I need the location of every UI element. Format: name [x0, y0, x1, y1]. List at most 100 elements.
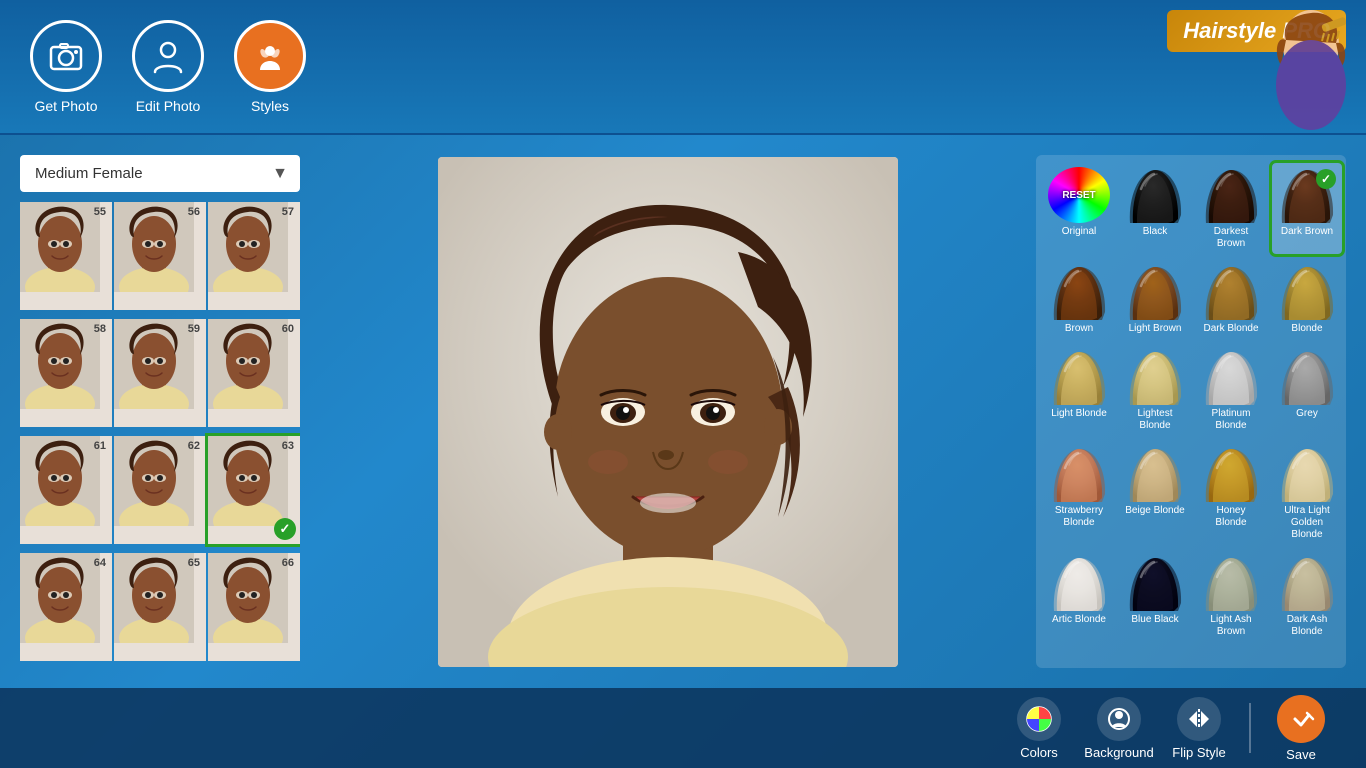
swatch-image-dark-ash [1276, 555, 1338, 611]
style-cell-63[interactable]: 63✓ [208, 436, 300, 544]
swatch-label-beige-blonde: Beige Blonde [1125, 505, 1185, 517]
swatch-label-light-brown: Light Brown [1129, 323, 1182, 335]
color-swatch-grey[interactable]: Grey [1272, 345, 1342, 436]
swatch-checkmark: ✓ [1316, 169, 1336, 189]
swatch-image-darkest-brown [1200, 167, 1262, 223]
style-dropdown-wrapper[interactable]: Medium Female ▼ [20, 155, 300, 192]
style-dropdown[interactable]: Medium Female [20, 155, 300, 192]
nav-edit-photo[interactable]: Edit Photo [132, 20, 204, 114]
swatch-image-black [1124, 167, 1186, 223]
swatch-image-honey-blonde [1200, 446, 1262, 502]
woman-photo [438, 157, 898, 667]
style-cell-number: 58 [94, 323, 106, 335]
color-swatch-dark-brown[interactable]: ✓ Dark Brown [1272, 163, 1342, 254]
swatch-image-blonde [1276, 264, 1338, 320]
color-swatch-darkest-brown[interactable]: Darkest Brown [1196, 163, 1266, 254]
style-cell-59[interactable]: 59 [114, 319, 206, 427]
swatch-label-artic-blonde: Artic Blonde [1052, 614, 1106, 626]
color-swatch-honey-blonde[interactable]: Honey Blonde [1196, 442, 1266, 545]
swatch-label-lightest-blonde: Lightest Blonde [1124, 408, 1186, 432]
camera-icon [30, 20, 102, 92]
swatch-image-light-blonde [1048, 349, 1110, 405]
person-icon [132, 20, 204, 92]
logo-area: Hairstyle PRO [1167, 10, 1346, 52]
style-cell-number: 64 [94, 557, 106, 569]
color-swatch-platinum[interactable]: Platinum Blonde [1196, 345, 1266, 436]
header-nav: Get Photo Edit Photo Styles [30, 20, 306, 114]
color-swatch-light-ash[interactable]: Light Ash Brown [1196, 551, 1266, 642]
swatch-image-dark-blonde [1200, 264, 1262, 320]
save-icon [1277, 695, 1325, 743]
flip-label: Flip Style [1172, 745, 1225, 760]
style-cell-61[interactable]: 61 [20, 436, 112, 544]
color-swatch-brown[interactable]: Brown [1044, 260, 1114, 339]
color-swatch-light-blonde[interactable]: Light Blonde [1044, 345, 1114, 436]
color-swatch-blonde[interactable]: Blonde [1272, 260, 1342, 339]
flip-toolbar-item[interactable]: Flip Style [1164, 697, 1234, 760]
color-swatch-blue-black[interactable]: Blue Black [1120, 551, 1190, 642]
swatch-label-blonde: Blonde [1291, 323, 1322, 335]
color-swatch-beige-blonde[interactable]: Beige Blonde [1120, 442, 1190, 545]
styles-icon [234, 20, 306, 92]
bottom-toolbar: Colors Background Flip Style [0, 688, 1366, 768]
swatch-label-grey: Grey [1296, 408, 1318, 420]
color-panel: RESETOriginal Black [1036, 155, 1346, 668]
swatch-image-strawberry [1048, 446, 1110, 502]
swatch-label-dark-brown: Dark Brown [1281, 226, 1333, 238]
swatch-image-lightest-blonde [1124, 349, 1186, 405]
swatch-label-ultra-light: Ultra Light Golden Blonde [1276, 505, 1338, 541]
swatch-image-light-ash [1200, 555, 1262, 611]
style-cell-64[interactable]: 64 [20, 553, 112, 661]
swatch-image-platinum [1200, 349, 1262, 405]
color-swatch-artic-blonde[interactable]: Artic Blonde [1044, 551, 1114, 642]
swatch-image-grey [1276, 349, 1338, 405]
style-cell-66[interactable]: 66 [208, 553, 300, 661]
logo-decoration [1226, 5, 1346, 130]
get-photo-label: Get Photo [34, 98, 97, 114]
style-cell-56[interactable]: 56 [114, 202, 206, 310]
swatch-label-darkest-brown: Darkest Brown [1200, 226, 1262, 250]
style-cell-number: 63 [282, 440, 294, 452]
swatch-image-reset: RESET [1048, 167, 1110, 223]
color-swatch-dark-blonde[interactable]: Dark Blonde [1196, 260, 1266, 339]
style-cell-65[interactable]: 65 [114, 553, 206, 661]
save-toolbar-item[interactable]: Save [1266, 695, 1336, 762]
swatch-image-light-brown [1124, 264, 1186, 320]
swatch-image-dark-brown: ✓ [1276, 167, 1338, 223]
nav-get-photo[interactable]: Get Photo [30, 20, 102, 114]
style-cell-57[interactable]: 57 [208, 202, 300, 310]
style-cell-58[interactable]: 58 [20, 319, 112, 427]
style-cell-60[interactable]: 60 [208, 319, 300, 427]
color-swatch-strawberry[interactable]: Strawberry Blonde [1044, 442, 1114, 545]
swatch-label-dark-blonde: Dark Blonde [1203, 323, 1258, 335]
swatch-label-honey-blonde: Honey Blonde [1200, 505, 1262, 529]
swatch-label-blue-black: Blue Black [1131, 614, 1178, 626]
photo-container [438, 157, 898, 667]
flip-icon [1177, 697, 1221, 741]
styles-label: Styles [251, 98, 289, 114]
style-cell-62[interactable]: 62 [114, 436, 206, 544]
swatch-label-light-ash: Light Ash Brown [1200, 614, 1262, 638]
photo-area [315, 155, 1021, 668]
style-cell-number: 55 [94, 206, 106, 218]
style-cell-number: 61 [94, 440, 106, 452]
style-cell-number: 56 [188, 206, 200, 218]
style-cell-number: 60 [282, 323, 294, 335]
header: Get Photo Edit Photo Styles [0, 0, 1366, 135]
background-toolbar-item[interactable]: Background [1084, 697, 1154, 760]
style-cell-number: 57 [282, 206, 294, 218]
swatch-image-ultra-light [1276, 446, 1338, 502]
style-panel: Medium Female ▼ 55 56 [20, 155, 300, 668]
style-cell-55[interactable]: 55 [20, 202, 112, 310]
color-swatch-lightest-blonde[interactable]: Lightest Blonde [1120, 345, 1190, 436]
color-swatch-reset[interactable]: RESETOriginal [1044, 163, 1114, 254]
color-swatch-ultra-light[interactable]: Ultra Light Golden Blonde [1272, 442, 1342, 545]
style-cell-number: 59 [188, 323, 200, 335]
edit-photo-label: Edit Photo [136, 98, 201, 114]
nav-styles[interactable]: Styles [234, 20, 306, 114]
color-swatch-dark-ash[interactable]: Dark Ash Blonde [1272, 551, 1342, 642]
colors-toolbar-item[interactable]: Colors [1004, 697, 1074, 760]
color-swatch-black[interactable]: Black [1120, 163, 1190, 254]
color-swatch-light-brown[interactable]: Light Brown [1120, 260, 1190, 339]
swatch-label-strawberry: Strawberry Blonde [1048, 505, 1110, 529]
